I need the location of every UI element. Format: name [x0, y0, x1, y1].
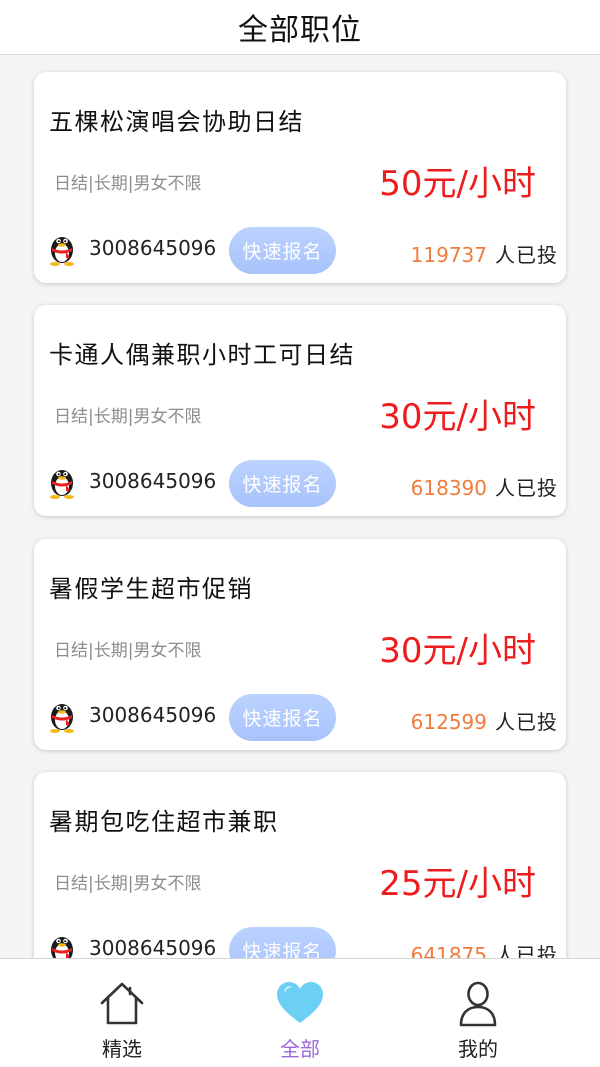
job-pay: 25元/小时: [379, 864, 536, 904]
quick-apply-button[interactable]: 快速报名: [229, 694, 336, 741]
applied-count: 119737: [410, 243, 487, 267]
job-list[interactable]: 五棵松演唱会协助日结 日结|长期|男女不限 50元/小时 3008645096 …: [0, 56, 600, 958]
job-title: 暑期包吃住超市兼职: [49, 808, 279, 836]
job-card[interactable]: 卡通人偶兼职小时工可日结 日结|长期|男女不限 30元/小时 300864509…: [34, 305, 566, 516]
applied-stats: 641875 人已投: [411, 939, 558, 958]
applied-stats: 612599 人已投: [411, 706, 558, 735]
applied-stats: 119737 人已投: [411, 239, 558, 268]
app-screen: 全部职位 五棵松演唱会协助日结 日结|长期|男女不限 50元/小时 300864…: [0, 0, 600, 1067]
job-card[interactable]: 暑期包吃住超市兼职 日结|长期|男女不限 25元/小时 3008645096 快…: [34, 772, 566, 958]
tab-label: 精选: [102, 1037, 142, 1061]
job-tags: 日结|长期|男女不限: [54, 407, 202, 427]
job-title: 五棵松演唱会协助日结: [49, 108, 304, 136]
tab-all[interactable]: 全部: [220, 959, 380, 1067]
applied-label: 人已投: [495, 243, 558, 267]
tab-mine[interactable]: 我的: [398, 959, 558, 1067]
job-tags: 日结|长期|男女不限: [54, 874, 202, 894]
applied-count: 618390: [410, 476, 487, 500]
quick-apply-button[interactable]: 快速报名: [229, 460, 336, 507]
quick-apply-button[interactable]: 快速报名: [229, 927, 336, 958]
heart-icon: [277, 982, 323, 1023]
qq-penguin-icon: [50, 237, 74, 266]
qq-number: 3008645096: [89, 936, 217, 958]
qq-number: 3008645096: [89, 469, 217, 493]
job-card[interactable]: 暑假学生超市促销 日结|长期|男女不限 30元/小时 3008645096 快速…: [34, 539, 566, 750]
job-tags: 日结|长期|男女不限: [54, 641, 202, 661]
job-pay: 30元/小时: [379, 397, 536, 437]
applied-label: 人已投: [495, 943, 558, 958]
person-icon: [459, 981, 497, 1027]
job-title: 暑假学生超市促销: [49, 575, 253, 603]
quick-apply-button[interactable]: 快速报名: [229, 227, 336, 274]
job-pay: 30元/小时: [379, 631, 536, 671]
job-card[interactable]: 五棵松演唱会协助日结 日结|长期|男女不限 50元/小时 3008645096 …: [34, 72, 566, 283]
qq-number: 3008645096: [89, 703, 217, 727]
qq-penguin-icon: [50, 470, 74, 499]
bottom-tab-bar: 精选 全部 我的: [0, 958, 600, 1067]
applied-label: 人已投: [495, 710, 558, 734]
applied-count: 641875: [410, 943, 487, 958]
tab-label: 我的: [458, 1037, 498, 1061]
job-tags: 日结|长期|男女不限: [54, 174, 202, 194]
qq-penguin-icon: [50, 704, 74, 733]
applied-label: 人已投: [495, 476, 558, 500]
job-pay: 50元/小时: [379, 164, 536, 204]
header-bar: 全部职位: [0, 0, 600, 55]
page-title: 全部职位: [238, 13, 362, 48]
qq-number: 3008645096: [89, 236, 217, 260]
home-icon: [100, 982, 144, 1025]
tab-featured[interactable]: 精选: [42, 959, 202, 1067]
qq-penguin-icon: [51, 937, 73, 958]
applied-count: 612599: [410, 710, 487, 734]
applied-stats: 618390 人已投: [411, 472, 558, 501]
tab-label: 全部: [280, 1037, 320, 1061]
job-title: 卡通人偶兼职小时工可日结: [49, 341, 355, 369]
